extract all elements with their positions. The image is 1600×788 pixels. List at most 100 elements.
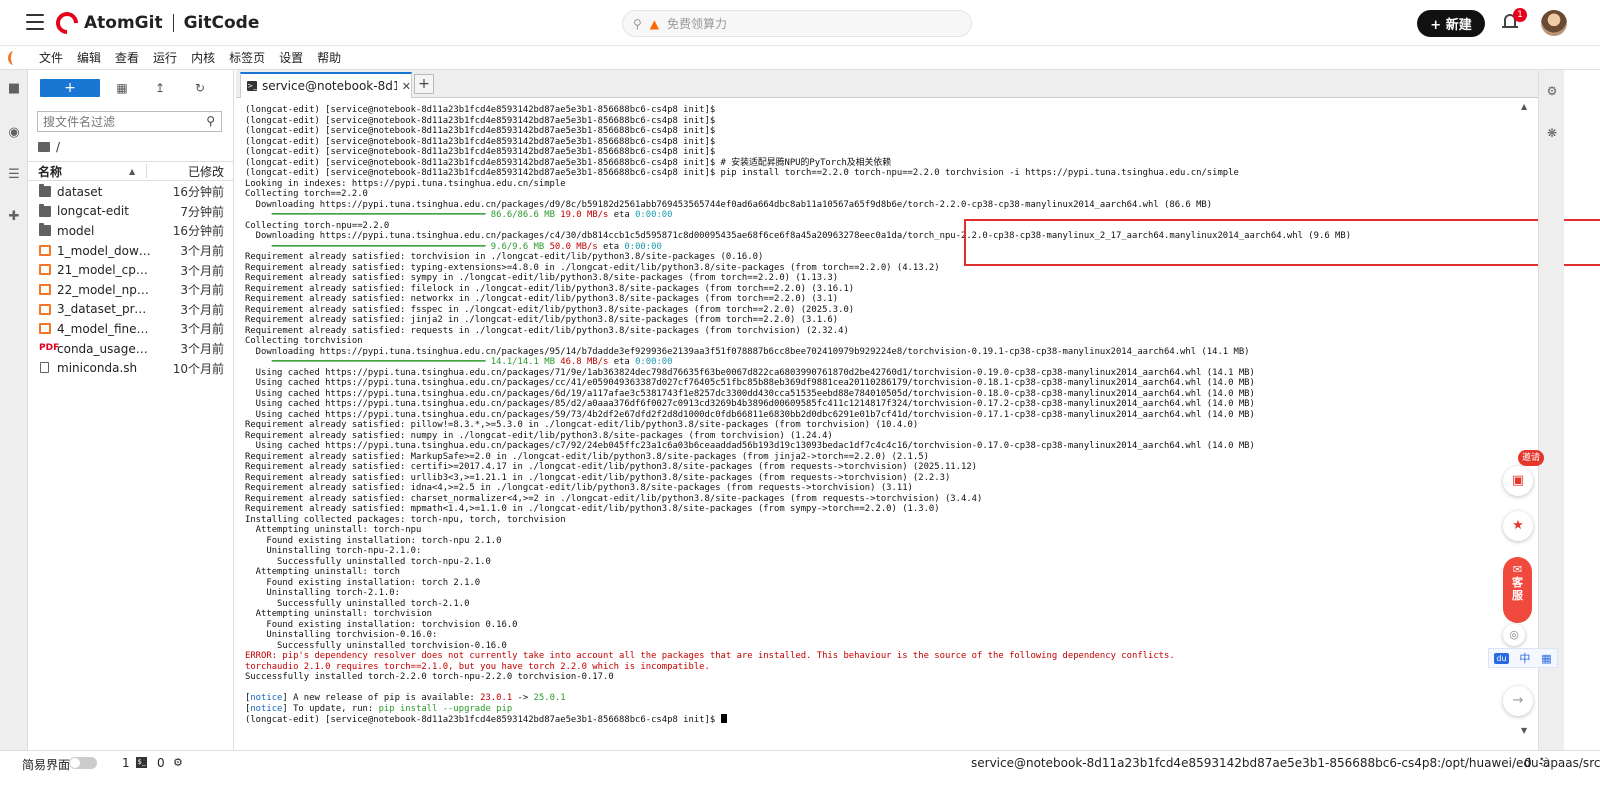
debugger-icon[interactable]: ❋ xyxy=(1545,126,1559,140)
terminal-line: Downloading https://pypi.tuna.tsinghua.e… xyxy=(245,199,1213,210)
terminal-line: ERROR: pip's dependency resolver does no… xyxy=(245,651,1175,661)
arrow-right-icon[interactable]: → xyxy=(1503,686,1533,716)
file-name: longcat-edit xyxy=(57,204,129,219)
sort-caret-icon[interactable]: ▲ xyxy=(129,167,135,176)
file-list: dataset 16分钟前 longcat-edit 7分钟前 model 16分钟前 1_… xyxy=(28,182,234,378)
terminal-line: Requirement already satisfied: charset_n… xyxy=(245,493,983,504)
terminal-line: Successfully uninstalled torchvision-0.1… xyxy=(245,640,507,651)
progress-size: 9.6/9.6 MB xyxy=(490,241,545,252)
new-button[interactable]: + 新建 xyxy=(1417,10,1485,37)
search-input[interactable]: ⚲ ▲ 免费领算力 xyxy=(622,10,972,37)
terminal-icon[interactable]: $_ xyxy=(136,757,147,768)
upload-icon[interactable]: ↥ xyxy=(152,80,168,96)
folder-icon xyxy=(39,184,51,197)
terminal-line: (longcat-edit) [service@notebook-8d11a23… xyxy=(245,147,716,157)
file-row[interactable]: 21_model_cpu_i... 3个月前 xyxy=(28,260,234,280)
running-icon[interactable]: ◉ xyxy=(7,126,21,140)
terminal-line: Successfully installed torch-2.2.0 torch… xyxy=(245,672,614,682)
file-row[interactable]: longcat-edit 7分钟前 xyxy=(28,202,234,222)
menu-help[interactable]: 帮助 xyxy=(310,49,348,66)
progress-bar: ━━━━━━━━━━━━━━━━━━━━━━━━━━━━━━━━━━━━━━━━ xyxy=(245,241,491,252)
folder-icon xyxy=(39,223,51,237)
simple-mode-toggle[interactable] xyxy=(69,757,97,769)
column-modified[interactable]: 已修改 xyxy=(188,163,224,180)
prompt-text: (longcat-edit) [service@notebook-8d11a23… xyxy=(245,715,721,725)
menu-file[interactable]: 文件 xyxy=(32,49,70,66)
invite-badge[interactable]: 邀请 xyxy=(1518,450,1544,466)
column-divider[interactable] xyxy=(146,164,147,178)
menu-edit[interactable]: 编辑 xyxy=(70,49,108,66)
notice-text: A new release of pip is available: xyxy=(287,693,481,703)
menu-view[interactable]: 查看 xyxy=(108,49,146,66)
terminal-line: Successfully uninstalled torch-2.1.0 xyxy=(245,598,470,609)
terminal-line: Looking in indexes: https://pypi.tuna.ts… xyxy=(245,178,566,189)
terminal-line: Attempting uninstall: torch xyxy=(245,567,400,577)
progress-speed: 19.0 MB/s xyxy=(560,210,609,220)
terminal-output[interactable]: (longcat-edit) [service@notebook-8d11a23… xyxy=(236,98,1538,750)
customer-service-button[interactable]: ✉ 客服 xyxy=(1503,557,1532,623)
menu-settings[interactable]: 设置 xyxy=(272,49,310,66)
terminal-line: Collecting torch==2.2.0 xyxy=(245,189,368,199)
terminal-line: Using cached https://pypi.tuna.tsinghua.… xyxy=(245,399,1255,409)
scroll-up-icon[interactable]: ▲ xyxy=(1521,102,1527,111)
property-inspector-icon[interactable]: ⚙ xyxy=(1545,84,1559,98)
terminal-line: Using cached https://pypi.tuna.tsinghua.… xyxy=(245,441,1255,451)
status-path: service@notebook-8d11a23b1fcd4e8593142bd… xyxy=(971,756,1600,770)
file-name: 21_model_cpu_i... xyxy=(57,263,151,278)
tab-terminal[interactable]: >_ service@notebook-8d11a: ✕ xyxy=(240,72,412,98)
terminal-line: Collecting torch-npu==2.2.0 xyxy=(245,220,390,231)
file-row[interactable]: dataset 16分钟前 xyxy=(28,182,234,202)
brand-logo[interactable]: AtomGit GitCode xyxy=(51,7,259,39)
grid-icon: ▦ xyxy=(1541,651,1552,665)
folder-icon[interactable]: ■ xyxy=(7,82,21,96)
file-row[interactable]: PDF conda_usage.pdf 3个月前 xyxy=(28,339,234,359)
new-folder-icon[interactable]: ▦ xyxy=(114,80,130,96)
file-row[interactable]: 22_model_npu_i... 3个月前 xyxy=(28,280,234,300)
file-filter-input[interactable]: 搜文件名过滤 ⚲ xyxy=(37,111,222,132)
progress-eta: 0:00:00 xyxy=(635,357,673,367)
menu-run[interactable]: 运行 xyxy=(146,49,184,66)
file-row[interactable]: 1_model_downl... 3个月前 xyxy=(28,241,234,261)
menu-icon[interactable] xyxy=(26,14,44,30)
file-row[interactable]: miniconda.sh 10个月前 xyxy=(28,358,234,378)
avatar[interactable] xyxy=(1541,10,1567,36)
terminal-line: ━━━━━━━━━━━━━━━━━━━━━━━━━━━━━━━━━━━━━━━━… xyxy=(245,357,1538,368)
terminal-line: Requirement already satisfied: sympy in … xyxy=(245,273,839,283)
new-launcher-button[interactable]: + xyxy=(40,79,100,97)
column-name[interactable]: 名称 xyxy=(38,163,62,180)
progress-eta: 0:00:00 xyxy=(635,210,673,220)
language-switcher[interactable]: du 中 ▦ xyxy=(1488,648,1558,668)
menu-tabs[interactable]: 标签页 xyxy=(222,49,272,66)
shell-icon xyxy=(40,362,49,374)
new-version: 25.0.1 xyxy=(533,693,566,703)
bell-icon[interactable]: ⎋ xyxy=(1540,755,1550,770)
toc-icon[interactable]: ☰ xyxy=(7,168,21,182)
file-browser-toolbar: + ▦ ↥ ↻ xyxy=(28,70,234,106)
gift-icon[interactable]: ▣ xyxy=(1503,466,1533,496)
terminal-line: (longcat-edit) [service@notebook-8d11a23… xyxy=(245,168,1239,178)
file-modified: 3个月前 xyxy=(180,322,224,337)
file-name: dataset xyxy=(57,184,103,199)
file-row[interactable]: 4_model_fine_tu... 3个月前 xyxy=(28,319,234,339)
jupyter-logo-icon xyxy=(8,50,20,65)
main-area: >_ service@notebook-8d11a: ✕ + (longcat-… xyxy=(236,70,1600,750)
kernel-icon[interactable]: ⚙ xyxy=(173,756,183,769)
file-row[interactable]: model 16分钟前 xyxy=(28,221,234,241)
file-browser: + ▦ ↥ ↻ 搜文件名过滤 ⚲ / 名称 ▲ 已修改 dataset 16分钟前… xyxy=(28,70,234,768)
file-row[interactable]: 3_dataset_prepa... 3个月前 xyxy=(28,300,234,320)
top-bar: AtomGit GitCode ⚲ ▲ 免费领算力 + 新建 1 xyxy=(0,0,1600,46)
breadcrumb-path[interactable]: / xyxy=(56,140,60,154)
refresh-icon[interactable]: ↻ xyxy=(192,80,208,96)
folder-icon[interactable] xyxy=(38,142,50,152)
terminal-line: Uninstalling torch-2.1.0: xyxy=(245,588,400,598)
ai-assistant-icon[interactable]: ◎ xyxy=(1503,624,1525,646)
menu-kernel[interactable]: 内核 xyxy=(184,49,222,66)
file-modified: 3个月前 xyxy=(180,263,224,278)
scroll-down-icon[interactable]: ▼ xyxy=(1521,726,1527,735)
new-tab-button[interactable]: + xyxy=(414,74,434,94)
trophy-icon[interactable]: ★ xyxy=(1503,511,1533,541)
terminal-line: Requirement already satisfied: pillow!=8… xyxy=(245,420,919,430)
close-icon[interactable]: ✕ xyxy=(402,80,411,93)
extension-icon[interactable]: ✚ xyxy=(7,210,21,224)
